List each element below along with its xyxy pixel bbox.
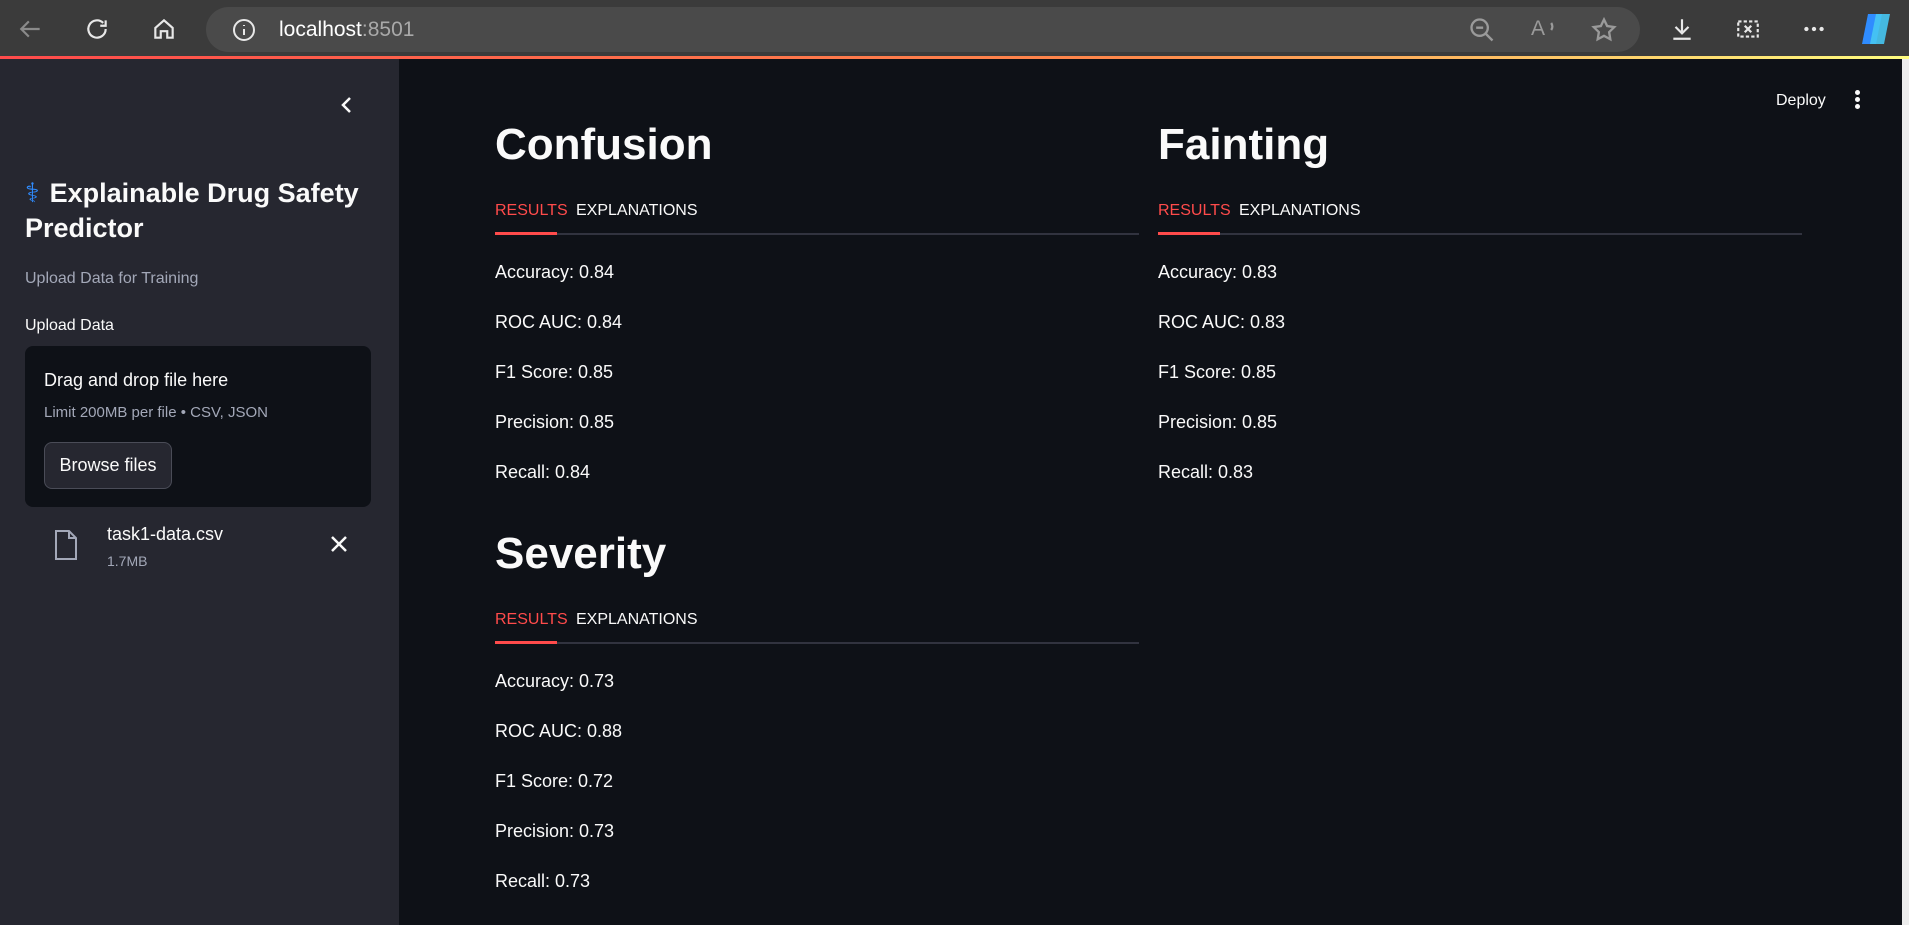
scrollbar[interactable] [1902, 59, 1909, 925]
downloads-icon[interactable] [1663, 10, 1701, 48]
uploaded-file-name: task1-data.csv [107, 524, 224, 544]
tab-explanations[interactable]: EXPLANATIONS [576, 611, 698, 629]
address-bar[interactable]: localhost:8501 A [206, 7, 1640, 52]
tab-results[interactable]: RESULTS [495, 202, 568, 220]
metrics-list: Accuracy: 0.83 ROC AUC: 0.83 F1 Score: 0… [1158, 247, 1802, 497]
url-host: localhost [279, 18, 362, 41]
read-aloud-icon[interactable]: A [1529, 16, 1557, 44]
upload-caption: Upload Data for Training [25, 270, 199, 287]
metric-f1-score: F1 Score: 0.85 [1158, 362, 1277, 382]
sidebar: ⚕ Explainable Drug Safety Predictor Uploa… [0, 59, 399, 925]
caduceus-icon: ⚕ [25, 178, 40, 208]
section-title: Severity [495, 529, 667, 578]
section-title: Confusion [495, 120, 713, 169]
copilot-icon[interactable] [1858, 12, 1894, 46]
zoom-out-icon[interactable] [1468, 16, 1496, 44]
file-dropzone[interactable]: Drag and drop file here Limit 200MB per … [25, 346, 371, 507]
home-icon[interactable] [145, 10, 183, 48]
metric-precision: Precision: 0.85 [495, 412, 615, 432]
metric-accuracy: Accuracy: 0.73 [495, 671, 615, 691]
metric-roc-auc: ROC AUC: 0.83 [1158, 312, 1286, 332]
more-options-icon[interactable] [1795, 10, 1833, 48]
app-title-text: Explainable Drug Safety Predictor [25, 178, 359, 243]
screenshot-icon[interactable] [1729, 10, 1767, 48]
active-tab-indicator [495, 232, 557, 235]
site-info-icon[interactable] [232, 18, 256, 42]
back-icon[interactable] [12, 10, 50, 48]
browse-files-button[interactable]: Browse files [44, 442, 172, 489]
app-title: ⚕ Explainable Drug Safety Predictor [25, 176, 375, 246]
metric-f1-score: F1 Score: 0.72 [495, 771, 614, 791]
metric-recall: Recall: 0.84 [495, 462, 591, 482]
section-severity: Severity RESULTS EXPLANATIONS Accuracy: … [495, 529, 1139, 906]
main-menu-icon[interactable] [1848, 88, 1866, 112]
tab-explanations[interactable]: EXPLANATIONS [1239, 202, 1361, 220]
dropzone-text: Drag and drop file here [44, 370, 229, 390]
dropzone-limit: Limit 200MB per file • CSV, JSON [44, 404, 268, 421]
metrics-list: Accuracy: 0.73 ROC AUC: 0.88 F1 Score: 0… [495, 656, 1139, 906]
metric-f1-score: F1 Score: 0.85 [495, 362, 614, 382]
tab-explanations[interactable]: EXPLANATIONS [576, 202, 698, 220]
metric-accuracy: Accuracy: 0.83 [1158, 262, 1278, 282]
url-text[interactable]: localhost:8501 [279, 18, 414, 42]
tab-bar: RESULTS EXPLANATIONS [1158, 192, 1802, 235]
active-tab-indicator [495, 641, 557, 644]
metric-precision: Precision: 0.85 [1158, 412, 1278, 432]
tab-bar: RESULTS EXPLANATIONS [495, 192, 1139, 235]
collapse-sidebar-icon[interactable] [335, 93, 359, 117]
metric-recall: Recall: 0.83 [1158, 462, 1254, 482]
metric-roc-auc: ROC AUC: 0.88 [495, 721, 623, 741]
favorite-star-icon[interactable] [1590, 16, 1618, 44]
metric-roc-auc: ROC AUC: 0.84 [495, 312, 623, 332]
metric-precision: Precision: 0.73 [495, 821, 615, 841]
section-fainting: Fainting RESULTS EXPLANATIONS Accuracy: … [1158, 120, 1802, 497]
tab-bar: RESULTS EXPLANATIONS [495, 601, 1139, 644]
metric-recall: Recall: 0.73 [495, 871, 591, 891]
deploy-button[interactable]: Deploy [1776, 92, 1826, 110]
remove-file-icon[interactable] [327, 532, 351, 556]
tab-results[interactable]: RESULTS [495, 611, 568, 629]
metrics-list: Accuracy: 0.84 ROC AUC: 0.84 F1 Score: 0… [495, 247, 1139, 497]
active-tab-indicator [1158, 232, 1220, 235]
browser-toolbar: localhost:8501 A [0, 0, 1909, 58]
upload-label: Upload Data [25, 317, 114, 334]
refresh-icon[interactable] [78, 10, 116, 48]
metric-accuracy: Accuracy: 0.84 [495, 262, 615, 282]
section-confusion: Confusion RESULTS EXPLANATIONS Accuracy:… [495, 120, 1139, 497]
section-title: Fainting [1158, 120, 1330, 169]
url-port: :8501 [361, 18, 415, 41]
uploaded-file-size: 1.7MB [107, 553, 148, 569]
file-icon [52, 529, 80, 561]
tab-results[interactable]: RESULTS [1158, 202, 1231, 220]
